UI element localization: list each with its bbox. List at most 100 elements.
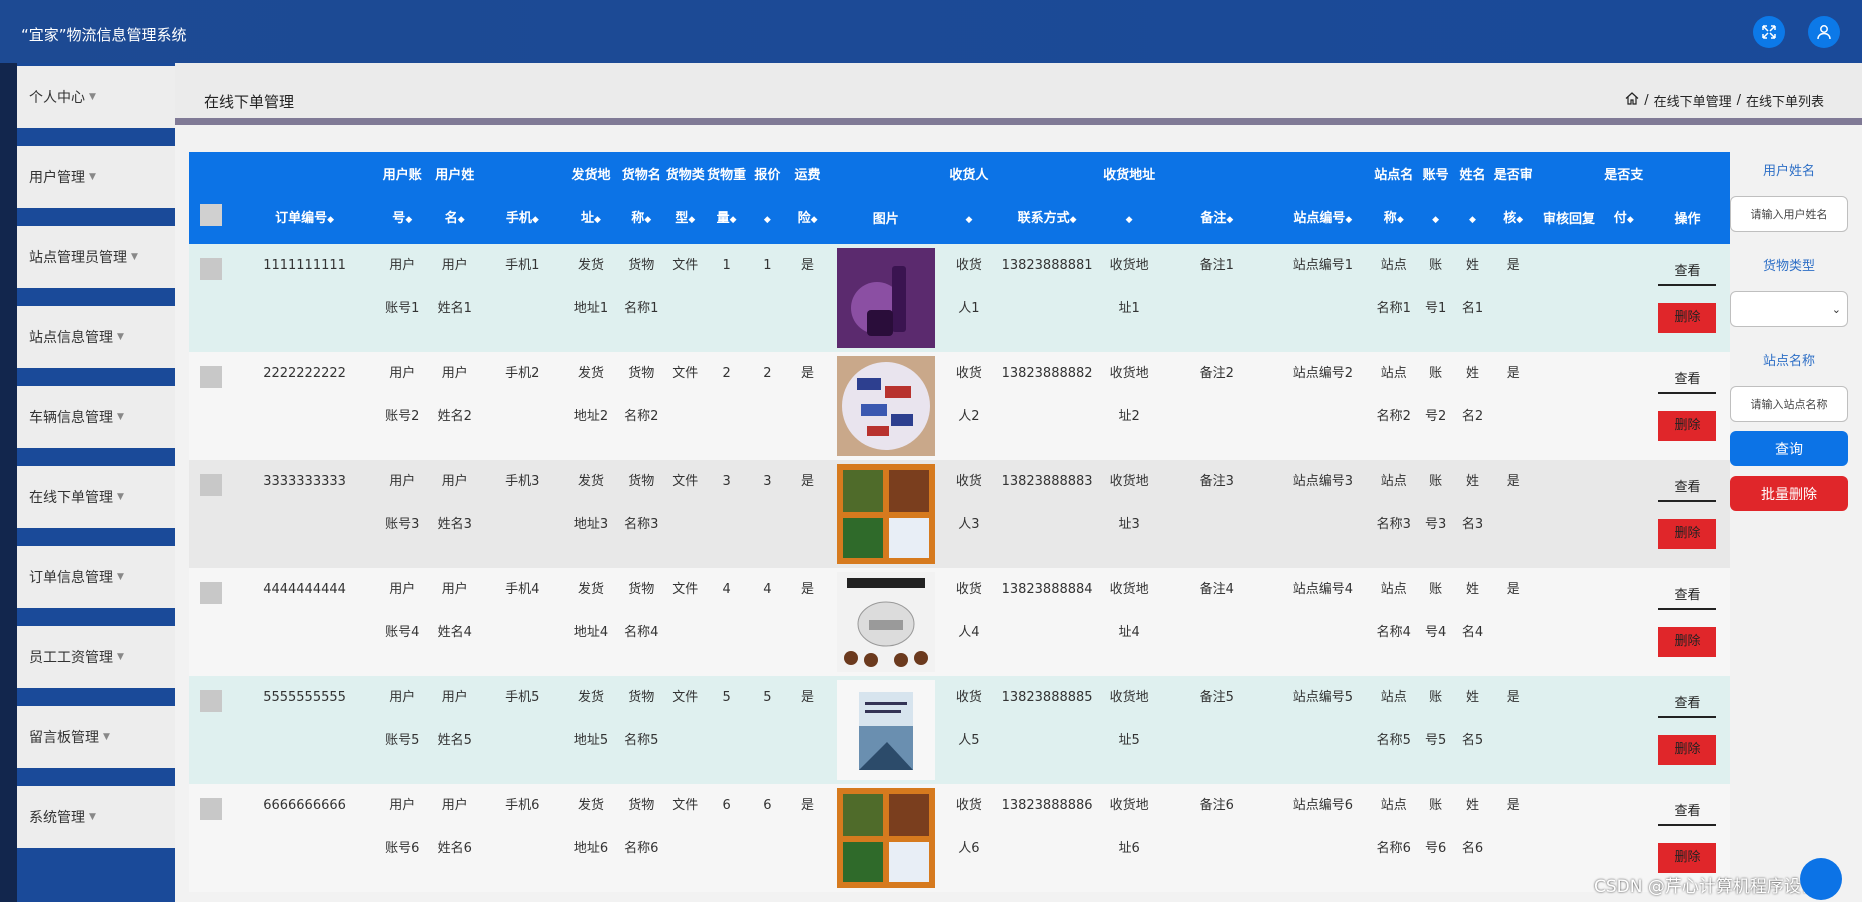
sort-icon[interactable]: ◆: [1345, 215, 1352, 225]
view-button[interactable]: 查看: [1658, 474, 1717, 502]
delete-button[interactable]: 删除: [1658, 303, 1717, 333]
column-header[interactable]: 备注◆: [1158, 152, 1276, 244]
goods-image[interactable]: [828, 788, 944, 888]
sort-icon[interactable]: ◆: [1627, 215, 1634, 225]
column-header[interactable]: 审核回复: [1535, 152, 1603, 244]
view-button[interactable]: 查看: [1658, 798, 1717, 826]
goods-type-select[interactable]: ⌄: [1730, 291, 1848, 327]
sort-icon[interactable]: ◆: [1432, 215, 1439, 225]
sidebar-item-online-orders[interactable]: 在线下单管理 ▼: [17, 466, 175, 528]
sidebar-item-station-info[interactable]: 站点信息管理 ▼: [17, 306, 175, 368]
sort-icon[interactable]: ◆: [965, 215, 972, 225]
table-row[interactable]: 1111111111 用户 账号1 用户 姓名1 手机1 发货 地址1 货物 名称1 文件 1 1 是收货…: [189, 244, 1730, 352]
sort-icon[interactable]: ◆: [458, 215, 465, 225]
column-header[interactable]: 站点编号◆: [1275, 152, 1371, 244]
sort-icon[interactable]: ◆: [1469, 215, 1476, 225]
user-icon[interactable]: [1808, 16, 1840, 48]
column-header[interactable]: 货物名 称◆: [617, 152, 665, 244]
row-select-cell[interactable]: [189, 676, 234, 784]
view-button[interactable]: 查看: [1658, 690, 1717, 718]
goods-image[interactable]: [828, 464, 944, 564]
row-select-cell[interactable]: [189, 244, 234, 352]
delete-button[interactable]: 删除: [1658, 411, 1717, 441]
sidebar-item-order-info[interactable]: 订单信息管理 ▼: [17, 546, 175, 608]
column-header[interactable]: 用户账 号◆: [375, 152, 430, 244]
table-row[interactable]: 4444444444 用户 账号4 用户 姓名4 手机4 发货 地址4 货物 名称4 文件 4 4 是收货…: [189, 568, 1730, 676]
sidebar-item-system[interactable]: 系统管理 ▼: [17, 786, 175, 848]
delete-button[interactable]: 删除: [1658, 735, 1717, 765]
sort-icon[interactable]: ◆: [1397, 215, 1404, 225]
view-button[interactable]: 查看: [1658, 258, 1717, 286]
sidebar-item-station-admins[interactable]: 站点管理员管理 ▼: [17, 226, 175, 288]
select-all-header[interactable]: [189, 152, 234, 244]
column-header[interactable]: 运费 险◆: [787, 152, 828, 244]
column-header[interactable]: 账号 ◆: [1417, 152, 1455, 244]
column-header[interactable]: 是否支 付◆: [1602, 152, 1645, 244]
view-button[interactable]: 查看: [1658, 366, 1717, 394]
home-icon[interactable]: [1625, 92, 1639, 109]
column-header[interactable]: 操作: [1644, 152, 1730, 244]
username-input[interactable]: 请输入用户姓名: [1730, 196, 1848, 232]
goods-image[interactable]: [828, 680, 944, 780]
column-header[interactable]: 货物重 量◆: [705, 152, 748, 244]
station-name-input[interactable]: 请输入站点名称: [1730, 386, 1848, 422]
orders-table-container[interactable]: 订单编号◆ 用户账 号◆ 用户姓 名◆ 手机◆ 发货地 址◆ 货物名 称◆ 货物类 型◆ 货物重 量◆ 报价…: [189, 152, 1730, 902]
column-header[interactable]: 图片: [827, 152, 944, 244]
sidebar-item-vehicles[interactable]: 车辆信息管理 ▼: [17, 386, 175, 448]
table-row[interactable]: 6666666666 用户 账号6 用户 姓名6 手机6 发货 地址6 货物 名称6 文件 6 6 是收货…: [189, 784, 1730, 892]
batch-delete-button[interactable]: 批量删除: [1730, 476, 1848, 511]
table-row[interactable]: 3333333333 用户 账号3 用户 姓名3 手机3 发货 地址3 货物 名称3 文件 3 3 是收货…: [189, 460, 1730, 568]
sort-icon[interactable]: ◆: [1070, 215, 1077, 225]
sort-icon[interactable]: ◆: [1226, 215, 1233, 225]
column-header[interactable]: 联系方式◆: [994, 152, 1101, 244]
sort-icon[interactable]: ◆: [327, 215, 334, 225]
delete-button[interactable]: 删除: [1658, 843, 1717, 873]
select-all-checkbox[interactable]: [200, 204, 223, 226]
goods-image[interactable]: [828, 572, 944, 672]
sort-icon[interactable]: ◆: [1126, 215, 1133, 225]
row-checkbox[interactable]: [200, 258, 223, 280]
sort-icon[interactable]: ◆: [594, 215, 601, 225]
delete-button[interactable]: 删除: [1658, 627, 1717, 657]
sort-icon[interactable]: ◆: [688, 215, 695, 225]
column-header[interactable]: 站点名 称◆: [1370, 152, 1418, 244]
sort-icon[interactable]: ◆: [764, 215, 771, 225]
column-header[interactable]: 货物类 型◆: [664, 152, 706, 244]
view-button[interactable]: 查看: [1658, 582, 1717, 610]
column-header[interactable]: 订单编号◆: [233, 152, 376, 244]
column-header[interactable]: 姓名 ◆: [1454, 152, 1491, 244]
sort-icon[interactable]: ◆: [405, 215, 412, 225]
sidebar-item-personal-center[interactable]: 个人中心 ▼: [17, 66, 175, 128]
column-header[interactable]: 手机◆: [480, 152, 565, 244]
delete-button[interactable]: 删除: [1658, 519, 1717, 549]
goods-image[interactable]: [828, 248, 944, 348]
fullscreen-icon[interactable]: [1753, 16, 1785, 48]
query-button[interactable]: 查询: [1730, 431, 1848, 466]
column-header[interactable]: 是否审 核◆: [1490, 152, 1536, 244]
row-checkbox[interactable]: [200, 690, 223, 712]
goods-image[interactable]: [828, 356, 944, 456]
row-select-cell[interactable]: [189, 352, 234, 460]
column-header[interactable]: 报价 ◆: [747, 152, 788, 244]
sort-icon[interactable]: ◆: [730, 215, 737, 225]
table-row[interactable]: 2222222222 用户 账号2 用户 姓名2 手机2 发货 地址2 货物 名称2 文件 2 2 是收货…: [189, 352, 1730, 460]
sort-icon[interactable]: ◆: [811, 215, 818, 225]
sidebar-item-message-board[interactable]: 留言板管理 ▼: [17, 706, 175, 768]
row-checkbox[interactable]: [200, 366, 223, 388]
sort-icon[interactable]: ◆: [532, 215, 539, 225]
breadcrumb-item[interactable]: 在线下单管理: [1654, 91, 1732, 110]
row-checkbox[interactable]: [200, 798, 223, 820]
column-header[interactable]: 用户姓 名◆: [429, 152, 481, 244]
sort-icon[interactable]: ◆: [644, 215, 651, 225]
row-select-cell[interactable]: [189, 784, 234, 892]
sidebar-item-users[interactable]: 用户管理 ▼: [17, 146, 175, 208]
row-checkbox[interactable]: [200, 474, 223, 496]
row-checkbox[interactable]: [200, 582, 223, 604]
floating-action-button[interactable]: [1800, 858, 1842, 900]
sort-icon[interactable]: ◆: [1516, 215, 1523, 225]
row-select-cell[interactable]: [189, 460, 234, 568]
column-header[interactable]: 收货人 ◆: [943, 152, 995, 244]
row-select-cell[interactable]: [189, 568, 234, 676]
table-row[interactable]: 5555555555 用户 账号5 用户 姓名5 手机5 发货 地址5 货物 名称5 文件 5 5 是收货…: [189, 676, 1730, 784]
sidebar-item-salaries[interactable]: 员工工资管理 ▼: [17, 626, 175, 688]
